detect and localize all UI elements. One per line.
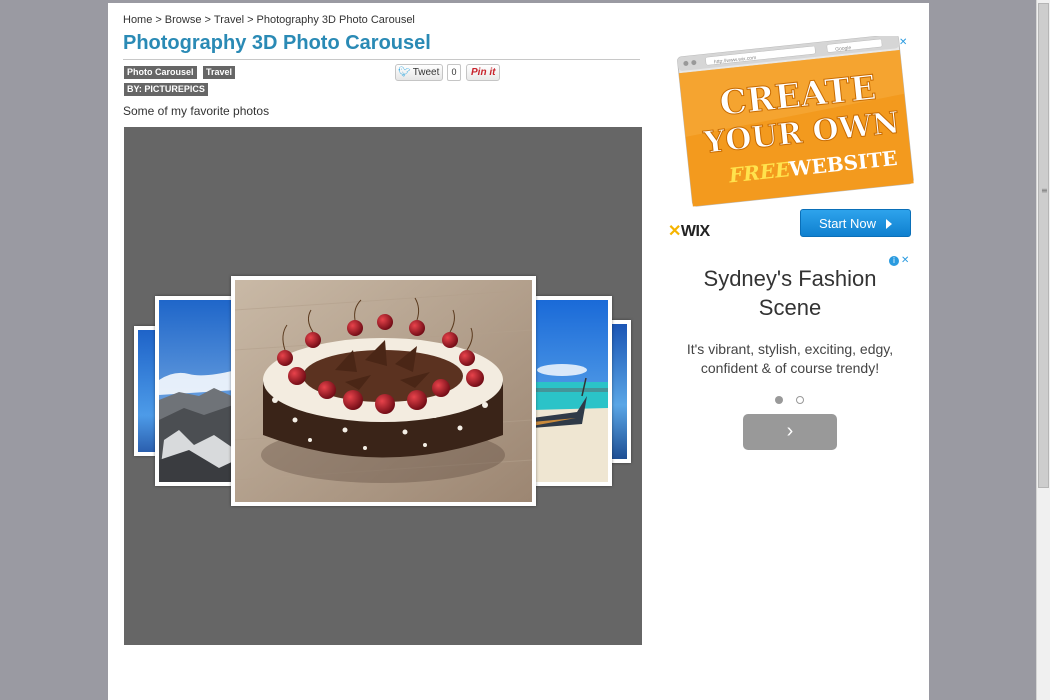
breadcrumb-separator: > bbox=[155, 14, 162, 26]
scrollbar-thumb[interactable]: ≡ bbox=[1038, 3, 1049, 488]
page-title: Photography 3D Photo Carousel bbox=[123, 32, 431, 54]
play-arrow-icon bbox=[886, 218, 893, 229]
wix-mark-icon: ✕ bbox=[668, 223, 681, 240]
start-now-label: Start Now bbox=[818, 216, 877, 231]
wix-banner-graphic: http://www.wix.com Google CREATE YOUR OW… bbox=[677, 34, 914, 207]
carousel-slide-center[interactable] bbox=[231, 276, 536, 506]
author-badge[interactable]: BY: PICTUREPICS bbox=[124, 83, 208, 96]
breadcrumb-separator: > bbox=[247, 14, 254, 26]
breadcrumb-travel[interactable]: Travel bbox=[214, 14, 244, 26]
carousel-slide-right[interactable] bbox=[528, 296, 612, 486]
breadcrumb-browse[interactable]: Browse bbox=[165, 14, 202, 26]
tweet-button[interactable]: 🐦︎ Tweet bbox=[395, 64, 444, 81]
breadcrumb-home[interactable]: Home bbox=[123, 14, 152, 26]
vertical-scrollbar[interactable]: ≡ bbox=[1036, 0, 1050, 700]
chevron-right-icon: › bbox=[786, 420, 794, 442]
twitter-bird-icon: 🐦︎ bbox=[398, 67, 411, 78]
fashion-ad-text: It's vibrant, stylish, exciting, edgy, c… bbox=[686, 341, 894, 376]
carousel-slide-left[interactable] bbox=[155, 296, 240, 486]
beach-photo bbox=[532, 300, 608, 482]
start-now-button[interactable]: Start Now bbox=[800, 209, 911, 237]
pager-dot-active[interactable] bbox=[775, 396, 783, 404]
wix-logo-text: WIX bbox=[680, 223, 710, 240]
fashion-ad-title[interactable]: Sydney's Fashion Scene bbox=[676, 264, 904, 322]
next-button[interactable]: › bbox=[743, 414, 837, 450]
breadcrumb: Home > Browse > Travel > Photography 3D Photo … bbox=[123, 14, 415, 26]
tweet-count: 0 bbox=[447, 64, 461, 81]
cake-photo bbox=[235, 280, 532, 502]
grip-icon: ≡ bbox=[1041, 186, 1048, 195]
breadcrumb-current: Photography 3D Photo Carousel bbox=[256, 14, 415, 26]
wix-logo[interactable]: ✕WIX bbox=[668, 221, 710, 241]
tweet-label: Tweet bbox=[412, 67, 440, 78]
tag-photo-carousel[interactable]: Photo Carousel bbox=[124, 66, 197, 79]
mountain-photo bbox=[159, 300, 236, 482]
title-divider bbox=[123, 59, 640, 60]
page-description: Some of my favorite photos bbox=[123, 104, 270, 118]
page-container: Home > Browse > Travel > Photography 3D Photo … bbox=[108, 3, 929, 700]
pager-dot[interactable] bbox=[796, 396, 804, 404]
photo-carousel[interactable] bbox=[124, 127, 642, 645]
breadcrumb-separator: > bbox=[204, 14, 211, 26]
pinit-button[interactable]: Pin it bbox=[466, 64, 501, 81]
tag-travel[interactable]: Travel bbox=[203, 66, 236, 79]
